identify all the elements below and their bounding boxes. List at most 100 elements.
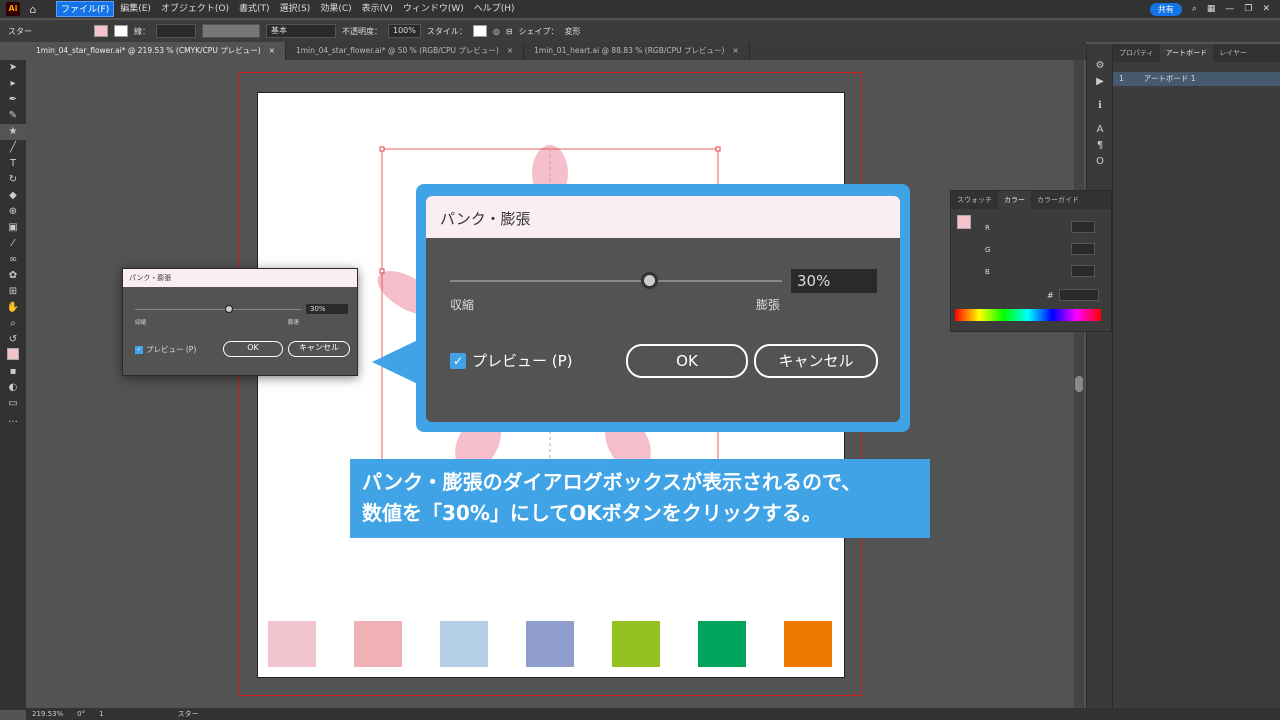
tab-close-icon[interactable]: ×: [507, 42, 513, 60]
zoomed-amount-input[interactable]: 30%: [790, 268, 878, 294]
tab-document-3[interactable]: 1min_01_heart.ai @ 88.83 % (RGB/CPU プレビュ…: [524, 42, 750, 60]
fill-color-box[interactable]: [957, 215, 971, 229]
direct-selection-tool-icon[interactable]: ▸: [0, 76, 26, 92]
menu-type[interactable]: 書式(T): [235, 1, 274, 17]
variable-width-field[interactable]: [202, 24, 260, 38]
hex-field[interactable]: [1059, 289, 1099, 301]
actions-icon[interactable]: ▶: [1087, 74, 1113, 90]
eyedropper-tool-icon[interactable]: ⁄: [0, 236, 26, 252]
artboard-tool-icon[interactable]: ⊞: [0, 284, 26, 300]
brush-definition-field[interactable]: 基本: [266, 24, 336, 38]
shape-label[interactable]: シェイプ：: [519, 26, 559, 37]
selection-tool-icon[interactable]: ➤: [0, 60, 26, 76]
gradient-tool-icon[interactable]: ▣: [0, 220, 26, 236]
appearance-icon[interactable]: ⚙: [1087, 58, 1113, 74]
zoom-level[interactable]: 219.53%: [32, 710, 63, 718]
amount-input[interactable]: 30%: [305, 303, 349, 315]
minimize-icon[interactable]: —: [1225, 4, 1234, 14]
tab-close-icon[interactable]: ×: [732, 42, 738, 60]
shrink-label: 収縮: [135, 320, 147, 326]
curvature-tool-icon[interactable]: ✎: [0, 108, 26, 124]
zoomed-bloat-label: 膨張: [756, 298, 781, 312]
g-value-field[interactable]: [1071, 243, 1095, 255]
tab-close-icon[interactable]: ×: [269, 42, 275, 60]
menu-edit[interactable]: 編集(E): [116, 1, 155, 17]
tab-document-2[interactable]: 1min_04_star_flower.ai* @ 50 % (RGB/CPU …: [286, 42, 525, 60]
b-value-field[interactable]: [1071, 265, 1095, 277]
menu-file[interactable]: ファイル(F): [56, 1, 115, 17]
eraser-tool-icon[interactable]: ◆: [0, 188, 26, 204]
opacity-field[interactable]: 100%: [388, 24, 421, 38]
tab-swatches[interactable]: スウォッチ: [951, 191, 998, 209]
artboard-row[interactable]: 1 アートボード 1: [1113, 72, 1280, 86]
zoomed-cancel-button[interactable]: キャンセル: [754, 344, 878, 378]
preview-checkbox[interactable]: ✓ プレビュー (P): [135, 344, 196, 355]
cancel-button[interactable]: キャンセル: [288, 341, 350, 357]
rotation-angle[interactable]: 0°: [77, 710, 85, 718]
menu-select[interactable]: 選択(S): [276, 1, 315, 17]
slider-track[interactable]: [135, 309, 301, 310]
close-icon[interactable]: ✕: [1262, 4, 1270, 14]
screen-mode-icon[interactable]: ▭: [0, 396, 26, 412]
rotate-tool-icon[interactable]: ↻: [0, 172, 26, 188]
share-button[interactable]: 共有: [1149, 2, 1182, 16]
app-logo: Ai: [6, 2, 20, 16]
swatch-5: [698, 621, 746, 667]
paintbrush-tool-icon[interactable]: ╱: [0, 140, 26, 156]
tab-color-guide[interactable]: カラーガイド: [1031, 191, 1085, 209]
tab-color[interactable]: カラー: [998, 191, 1031, 209]
blend-tool-icon[interactable]: ∞: [0, 252, 26, 268]
fill-swatch[interactable]: [94, 25, 108, 37]
transform-label[interactable]: 変形: [565, 26, 581, 37]
zoom-tool-icon[interactable]: ⌕: [0, 316, 26, 332]
zoomed-slider-track[interactable]: [450, 280, 782, 282]
pen-tool-icon[interactable]: ✒: [0, 92, 26, 108]
type-tool-icon[interactable]: T: [0, 156, 26, 172]
search-icon[interactable]: ⌕: [1192, 4, 1197, 14]
draw-mode-icon[interactable]: ◐: [0, 380, 26, 396]
artboard-navigator[interactable]: 1: [99, 710, 103, 718]
ok-button[interactable]: OK: [223, 341, 283, 357]
menu-object[interactable]: オブジェクト(O): [157, 1, 233, 17]
zoomed-preview-checkbox[interactable]: ✓ プレビュー (P): [450, 350, 573, 371]
scroll-thumb[interactable]: [1075, 376, 1083, 392]
info-icon[interactable]: ℹ: [1087, 98, 1113, 114]
tab-layers[interactable]: レイヤー: [1213, 44, 1253, 62]
star-tool-icon[interactable]: ★: [0, 124, 26, 140]
align-icon[interactable]: ⊟: [506, 27, 513, 36]
menu-window[interactable]: ウィンドウ(W): [399, 1, 468, 17]
r-value-field[interactable]: [1071, 221, 1095, 233]
checkbox-check-icon: ✓: [450, 352, 466, 369]
tab-document-1[interactable]: 1min_04_star_flower.ai* @ 219.53 % (CMYK…: [26, 42, 286, 60]
hand-tool-icon[interactable]: ✋: [0, 300, 26, 316]
tab-artboards[interactable]: アートボード: [1159, 44, 1214, 62]
zoomed-ok-button[interactable]: OK: [626, 344, 748, 378]
vertical-scrollbar[interactable]: [1074, 60, 1084, 708]
opentype-icon[interactable]: O: [1087, 154, 1113, 170]
more-tools-icon[interactable]: …: [0, 412, 26, 428]
document-tabs: 1min_04_star_flower.ai* @ 219.53 % (CMYK…: [26, 42, 1086, 60]
symbol-sprayer-icon[interactable]: ✿: [0, 268, 26, 284]
arrange-icon[interactable]: ▦: [1207, 4, 1216, 14]
home-icon[interactable]: ⌂: [26, 3, 40, 16]
stroke-swatch[interactable]: [114, 25, 128, 37]
swap-colors-icon[interactable]: ↺: [0, 332, 26, 348]
tab-properties[interactable]: プロパティ: [1113, 44, 1160, 62]
color-mode-icon[interactable]: ▪: [0, 364, 26, 380]
bloat-label: 膨張: [288, 320, 300, 326]
stroke-width-field[interactable]: [156, 24, 196, 38]
zoomed-slider-thumb[interactable]: [641, 272, 659, 289]
menu-help[interactable]: ヘルプ(H): [470, 1, 519, 17]
paragraph-icon[interactable]: ¶: [1087, 138, 1113, 154]
color-spectrum[interactable]: [955, 309, 1101, 321]
opacity-label: 不透明度：: [342, 26, 382, 36]
character-icon[interactable]: A: [1087, 122, 1113, 138]
slider-thumb[interactable]: [225, 305, 233, 313]
fill-stroke-icon[interactable]: [0, 348, 26, 364]
recolor-icon[interactable]: ◎: [493, 27, 500, 36]
menu-effect[interactable]: 効果(C): [316, 1, 355, 17]
style-swatch[interactable]: [472, 25, 487, 37]
menu-view[interactable]: 表示(V): [358, 1, 397, 17]
restore-icon[interactable]: ❐: [1244, 4, 1252, 14]
shape-builder-icon[interactable]: ⊕: [0, 204, 26, 220]
